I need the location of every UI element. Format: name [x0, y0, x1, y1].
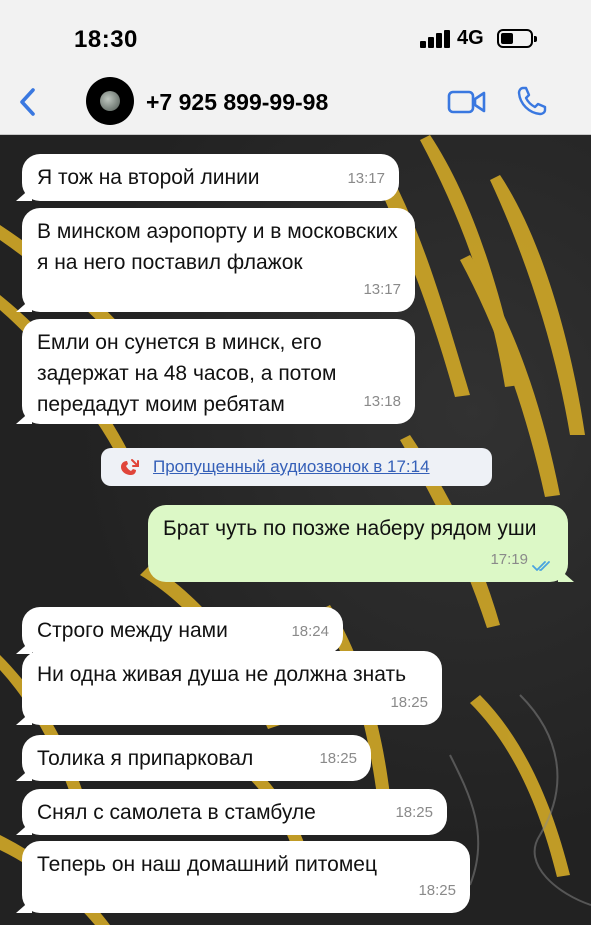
message-time: 13:17 — [363, 281, 401, 298]
message-bubble-outgoing[interactable]: Брат чуть по позже наберу рядом уши 17:1… — [148, 505, 568, 582]
message-time: 17:19 — [490, 551, 528, 568]
message-time: 13:18 — [363, 393, 401, 410]
message-time: 18:25 — [395, 804, 433, 821]
message-bubble[interactable]: Снял с самолета в стамбуле 18:25 — [22, 789, 447, 835]
message-bubble[interactable]: В минском аэропорту и в московских я на … — [22, 208, 415, 312]
missed-call-label[interactable]: Пропущенный аудиозвонок в 17:14 — [153, 457, 430, 477]
phone-call-icon[interactable] — [516, 85, 548, 117]
read-ticks-icon — [532, 561, 550, 571]
status-time: 18:30 — [74, 26, 138, 53]
message-text: Брат чуть по позже наберу рядом уши — [163, 517, 537, 540]
message-text: Толика я припарковал — [37, 747, 254, 770]
message-text: Емли он сунется в минск, его задержат на… — [37, 331, 337, 416]
contact-name[interactable]: +7 925 899-99-98 — [146, 89, 328, 116]
message-time: 13:17 — [347, 170, 385, 187]
missed-call-icon — [121, 459, 139, 475]
video-call-icon[interactable] — [447, 88, 487, 116]
message-bubble[interactable]: Теперь он наш домашний питомец 18:25 — [22, 841, 470, 913]
contact-avatar[interactable] — [86, 77, 134, 125]
status-bar: 18:30 4G — [0, 0, 591, 68]
message-time: 18:25 — [319, 750, 357, 767]
message-time: 18:25 — [418, 882, 456, 899]
message-time: 18:25 — [390, 694, 428, 711]
network-type: 4G — [457, 27, 484, 49]
message-text: Ни одна живая душа не должна знать — [37, 663, 407, 686]
message-text: В минском аэропорту и в московских я на … — [37, 220, 398, 274]
message-bubble[interactable]: Я тож на второй линии 13:17 — [22, 154, 399, 201]
back-chevron-icon[interactable] — [14, 86, 44, 118]
chat-area[interactable]: Я тож на второй линии 13:17 В минском аэ… — [0, 135, 591, 925]
message-text: Снял с самолета в стамбуле — [37, 801, 316, 824]
message-bubble[interactable]: Ни одна живая душа не должна знать 18:25 — [22, 651, 442, 725]
message-bubble[interactable]: Строго между нами 18:24 — [22, 607, 343, 654]
message-text: Я тож на второй линии — [37, 166, 260, 189]
battery-icon — [497, 29, 537, 48]
missed-call-notice[interactable]: Пропущенный аудиозвонок в 17:14 — [101, 448, 492, 486]
chat-header: +7 925 899-99-98 — [0, 68, 591, 135]
signal-strength-icon — [420, 30, 452, 48]
message-bubble[interactable]: Емли он сунется в минск, его задержат на… — [22, 319, 415, 424]
message-time: 18:24 — [291, 623, 329, 640]
message-text: Строго между нами — [37, 619, 228, 642]
message-bubble[interactable]: Толика я припарковал 18:25 — [22, 735, 371, 781]
message-text: Теперь он наш домашний питомец — [37, 853, 377, 876]
